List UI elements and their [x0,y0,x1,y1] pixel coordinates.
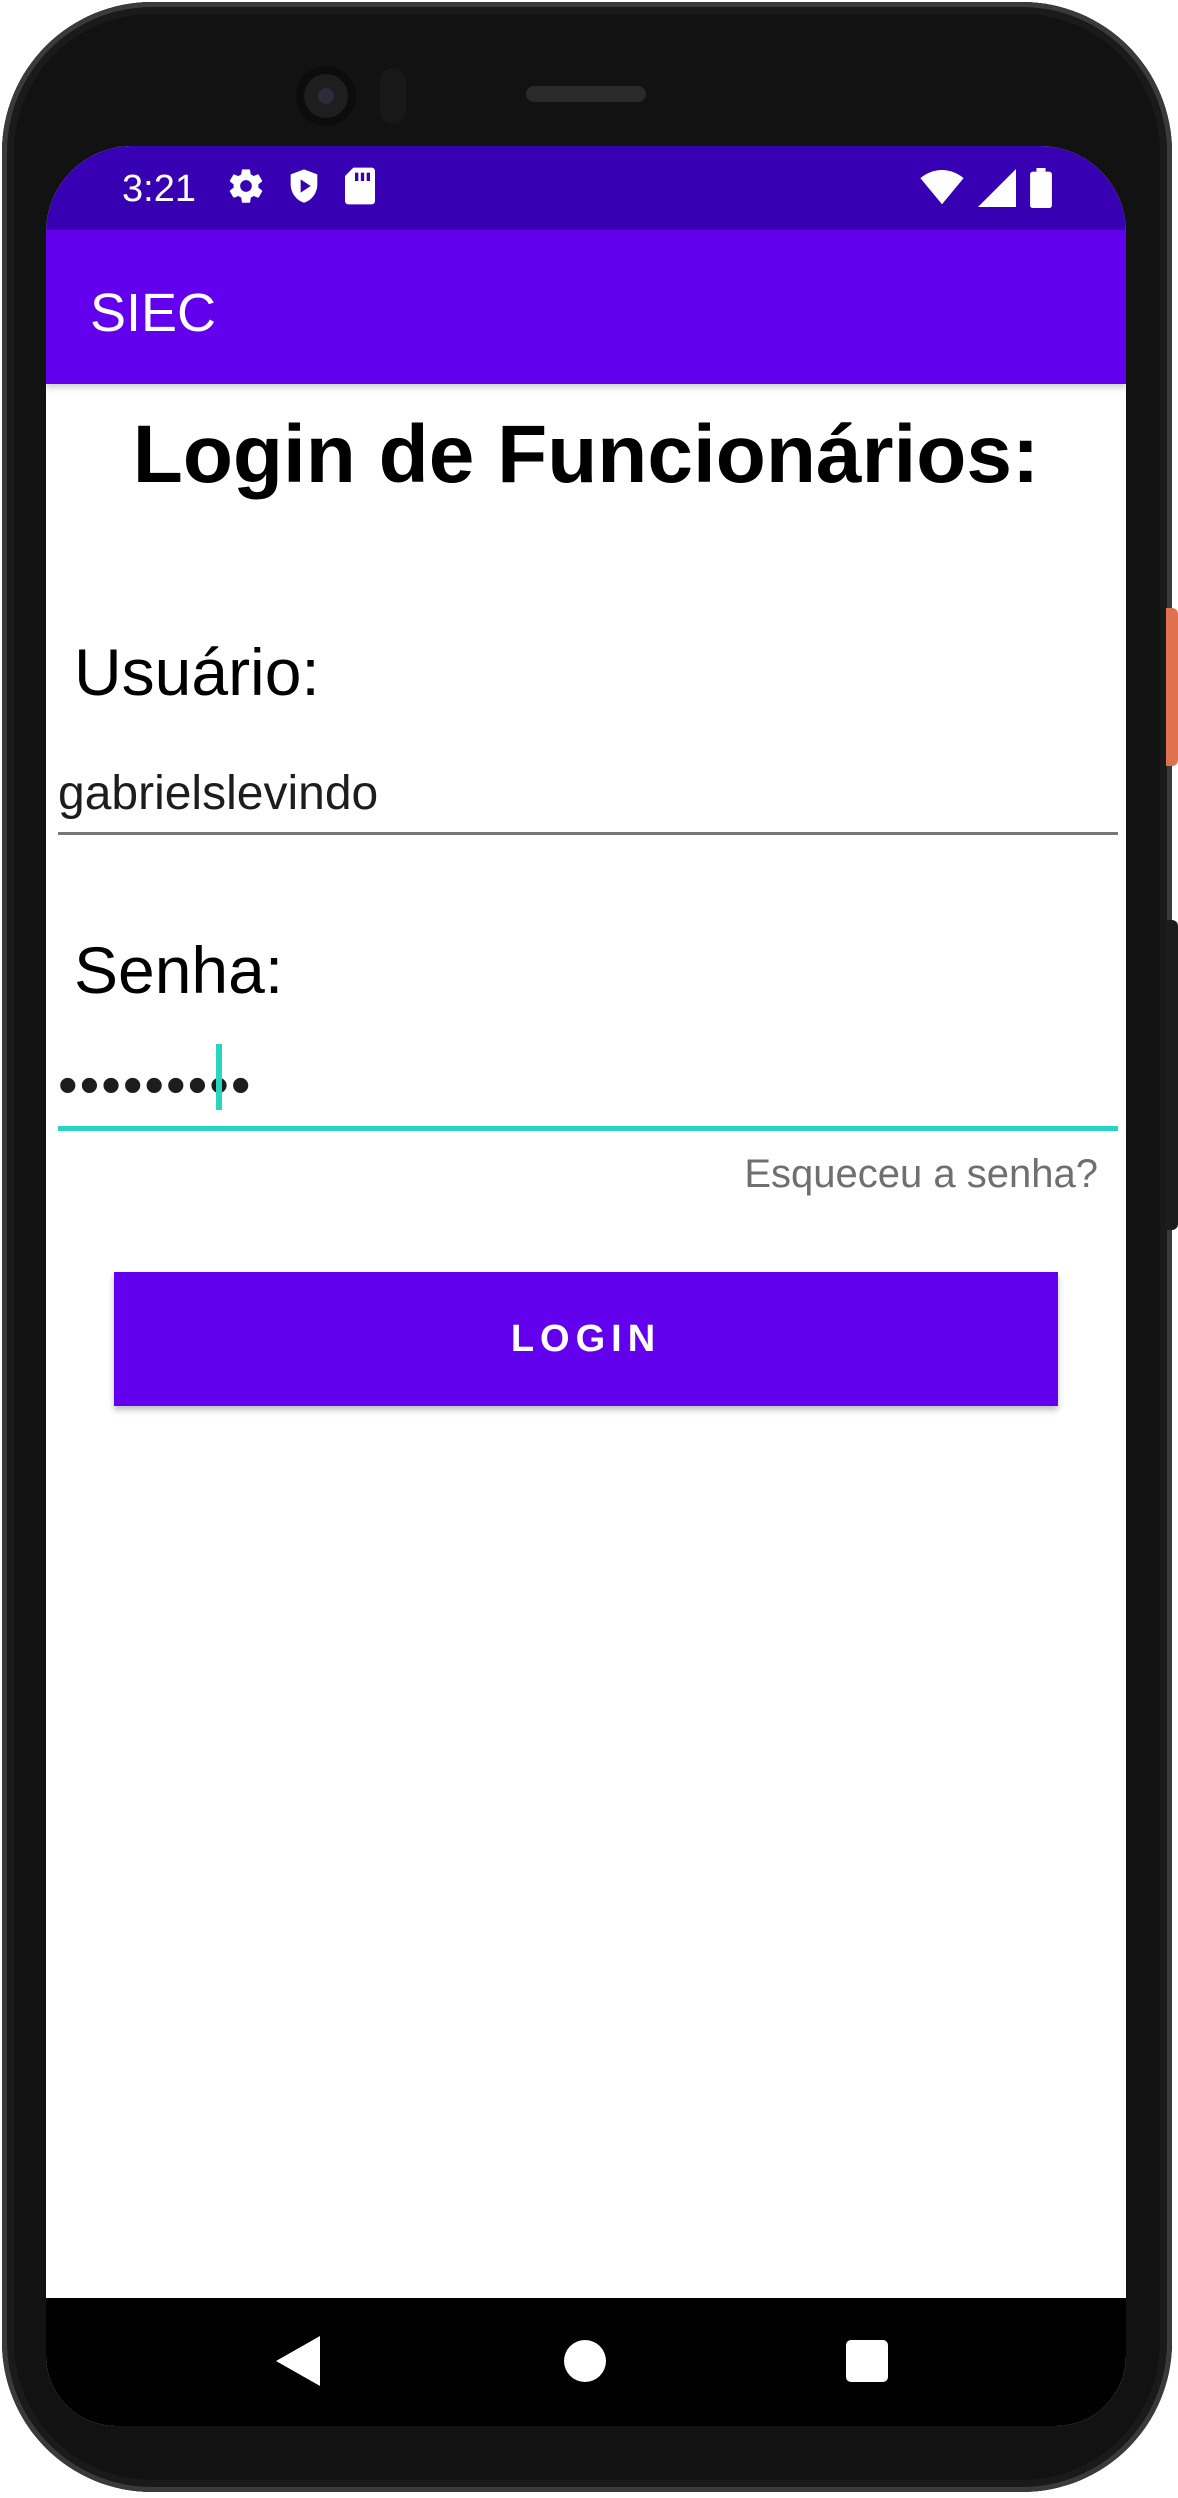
forgot-password-link[interactable]: Esqueceu a senha? [744,1152,1098,1197]
back-icon[interactable] [276,2336,320,2391]
status-time: 3:21 [122,168,196,210]
earpiece-speaker [526,86,646,102]
shield-play-icon [284,166,324,211]
screen: 3:21 SIEC Login de Funcionários: Usuário… [46,146,1126,2426]
app-title: SIEC [90,283,217,343]
front-camera [296,66,356,126]
power-button [1166,608,1178,766]
text-cursor [216,1044,222,1110]
username-label: Usuário: [74,635,320,709]
navigation-bar [46,2298,1126,2426]
volume-button [1166,920,1178,1230]
cell-signal-icon [978,169,1016,212]
page-title: Login de Funcionários: [132,409,1040,500]
wifi-icon [920,170,964,211]
home-icon[interactable] [564,2340,606,2382]
username-field[interactable]: gabrielslevindo [58,758,1118,835]
login-button[interactable]: LOGIN [114,1272,1058,1406]
gear-icon [226,166,266,211]
battery-icon [1030,168,1052,213]
status-system-icons [920,168,1052,213]
proximity-sensor [380,68,406,124]
status-notification-icons [226,166,378,211]
status-bar: 3:21 [46,146,1126,230]
sd-card-icon [342,166,378,211]
app-bar: SIEC [46,230,1126,384]
password-label: Senha: [74,933,284,1007]
password-value: ••••••••• [58,1053,253,1116]
recents-icon[interactable] [846,2340,888,2382]
username-value: gabrielslevindo [58,767,379,820]
password-field[interactable]: ••••••••• [58,1044,1118,1131]
